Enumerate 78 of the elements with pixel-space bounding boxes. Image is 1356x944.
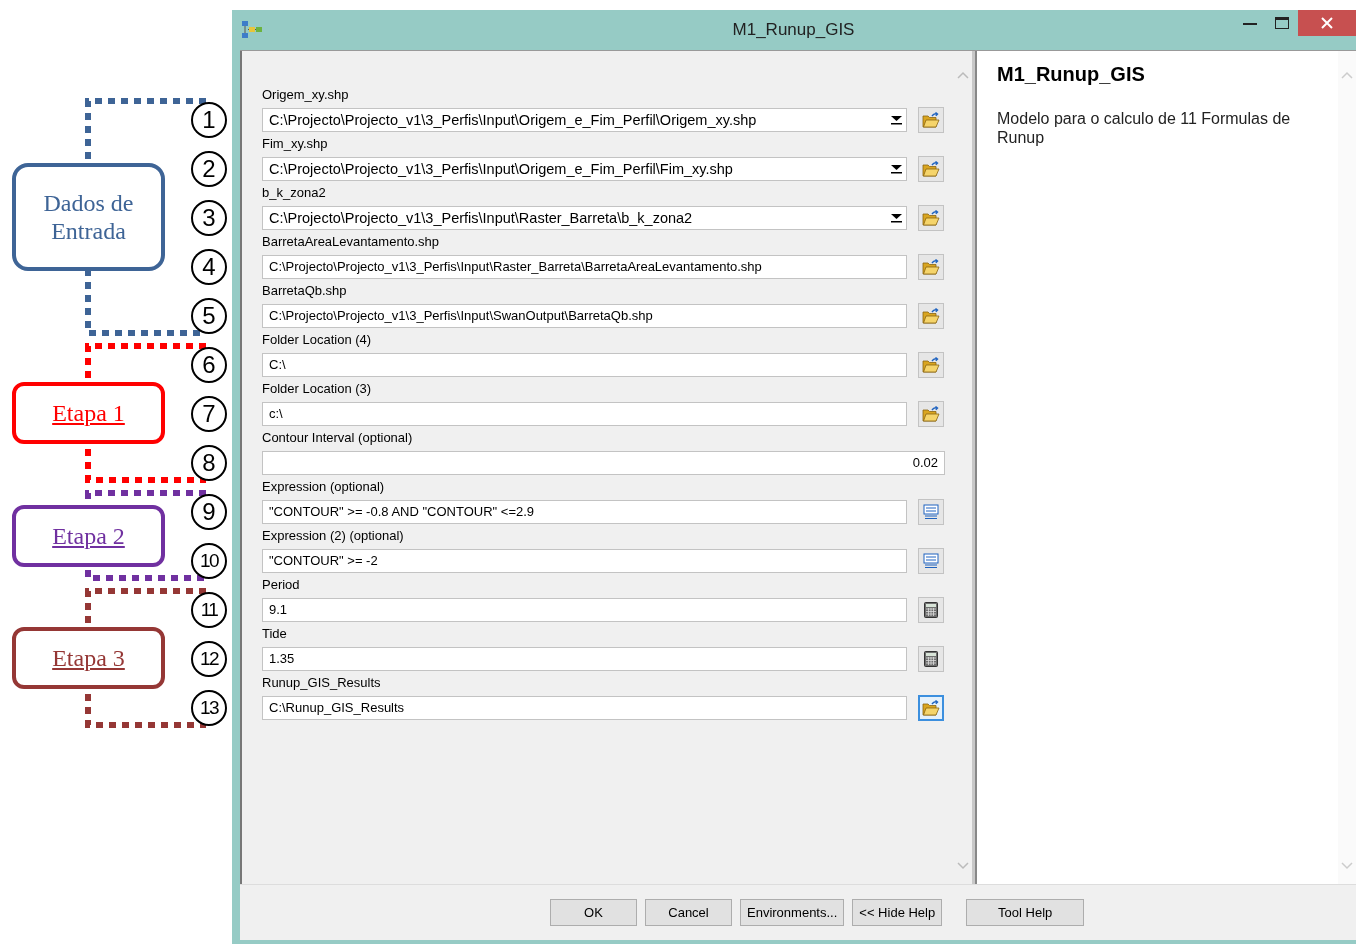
- path-dropdown[interactable]: C:\Projecto\Projecto_v1\3_Perfis\Input\Origem_e_Fim_Perfil\Fim_xy.shp: [262, 157, 907, 181]
- dialog-button[interactable]: Cancel: [645, 899, 732, 926]
- step-number: 9: [191, 494, 227, 530]
- scroll-down-icon: [957, 862, 969, 870]
- dialog-button[interactable]: OK: [550, 899, 637, 926]
- stage-label: Etapa 2: [12, 504, 165, 567]
- field-label: BarretaAreaLevantamento.shp: [262, 234, 441, 251]
- number-field[interactable]: 0.02: [262, 451, 945, 475]
- scrollbar[interactable]: [1338, 51, 1356, 884]
- folder-icon: [922, 406, 940, 422]
- calculator-icon: [924, 651, 938, 667]
- scroll-down-icon: [1341, 862, 1353, 870]
- step-number: 11: [191, 592, 227, 628]
- window-title: M1_Runup_GIS: [731, 20, 856, 40]
- text-field[interactable]: c:\: [262, 402, 907, 426]
- step-number: 12: [191, 641, 227, 677]
- field-label: Tide: [262, 626, 288, 643]
- dropdown-arrow-icon: [891, 115, 902, 125]
- folder-icon: [922, 210, 940, 226]
- help-title: M1_Runup_GIS: [997, 63, 1146, 86]
- folder-icon: [922, 161, 940, 177]
- query-icon: [923, 553, 939, 569]
- field-label: Expression (optional): [262, 479, 386, 496]
- stage-label: Etapa 3: [12, 627, 165, 689]
- calculator-icon: [924, 602, 938, 618]
- field-label: Folder Location (3): [262, 381, 373, 398]
- dialog-button[interactable]: Environments...: [740, 899, 845, 926]
- field-label: Contour Interval (optional): [262, 430, 414, 447]
- field-label: Fim_xy.shp: [262, 136, 329, 153]
- path-dropdown[interactable]: C:\Projecto\Projecto_v1\3_Perfis\Input\Origem_e_Fim_Perfil\Origem_xy.shp: [262, 108, 907, 132]
- tool-help-button[interactable]: Tool Help: [966, 899, 1085, 926]
- text-field[interactable]: C:\Runup_GIS_Results: [262, 696, 907, 720]
- text-field[interactable]: "CONTOUR" >= -2: [262, 549, 907, 573]
- step-number: 13: [191, 690, 227, 726]
- text-field[interactable]: 1.35: [262, 647, 907, 671]
- folder-icon: [922, 259, 940, 275]
- step-number: 3: [191, 200, 227, 236]
- step-number: 6: [191, 347, 227, 383]
- query-icon: [923, 504, 939, 520]
- help-text: Modelo para o calculo de 11 Formulas de Runup: [997, 109, 1292, 147]
- folder-icon: [922, 112, 940, 128]
- scroll-up-icon: [957, 71, 969, 79]
- field-label: Period: [262, 577, 301, 594]
- field-label: BarretaQb.shp: [262, 283, 348, 300]
- step-number: 7: [191, 396, 227, 432]
- folder-icon: [922, 357, 940, 373]
- dialog-button[interactable]: << Hide Help: [852, 899, 943, 926]
- close-button[interactable]: [1298, 10, 1356, 36]
- minimize-icon: [1243, 21, 1257, 25]
- step-number: 8: [191, 445, 227, 481]
- text-field[interactable]: C:\: [262, 353, 907, 377]
- dropdown-arrow-icon: [891, 164, 902, 174]
- text-field[interactable]: C:\Projecto\Projecto_v1\3_Perfis\Input\SwanOutput\BarretaQb.shp: [262, 304, 907, 328]
- stage-label: Dados de Entrada: [12, 163, 165, 271]
- field-label: Origem_xy.shp: [262, 87, 350, 104]
- step-number: 10: [191, 543, 227, 579]
- path-dropdown[interactable]: C:\Projecto\Projecto_v1\3_Perfis\Input\Raster_Barreta\b_k_zona2: [262, 206, 907, 230]
- field-label: Runup_GIS_Results: [262, 675, 382, 692]
- browse-button[interactable]: [918, 646, 944, 672]
- close-icon: [1321, 17, 1333, 29]
- field-label: b_k_zona2: [262, 185, 327, 202]
- scroll-up-icon: [1341, 71, 1353, 79]
- browse-button[interactable]: [918, 597, 944, 623]
- step-number: 2: [191, 151, 227, 187]
- field-label: Folder Location (4): [262, 332, 373, 349]
- dropdown-arrow-icon: [891, 213, 902, 223]
- maximize-icon: [1275, 17, 1289, 29]
- folder-icon: [922, 700, 940, 716]
- text-field[interactable]: C:\Projecto\Projecto_v1\3_Perfis\Input\Raster_Barreta\BarretaAreaLevantamento.shp: [262, 255, 907, 279]
- stage-label: Etapa 1: [12, 382, 165, 444]
- folder-icon: [922, 308, 940, 324]
- text-field[interactable]: 9.1: [262, 598, 907, 622]
- text-field[interactable]: "CONTOUR" >= -0.8 AND "CONTOUR" <=2.9: [262, 500, 907, 524]
- field-label: Expression (2) (optional): [262, 528, 405, 545]
- step-number: 1: [191, 102, 227, 138]
- model-icon: [241, 20, 263, 40]
- step-number: 5: [191, 298, 227, 334]
- step-number: 4: [191, 249, 227, 285]
